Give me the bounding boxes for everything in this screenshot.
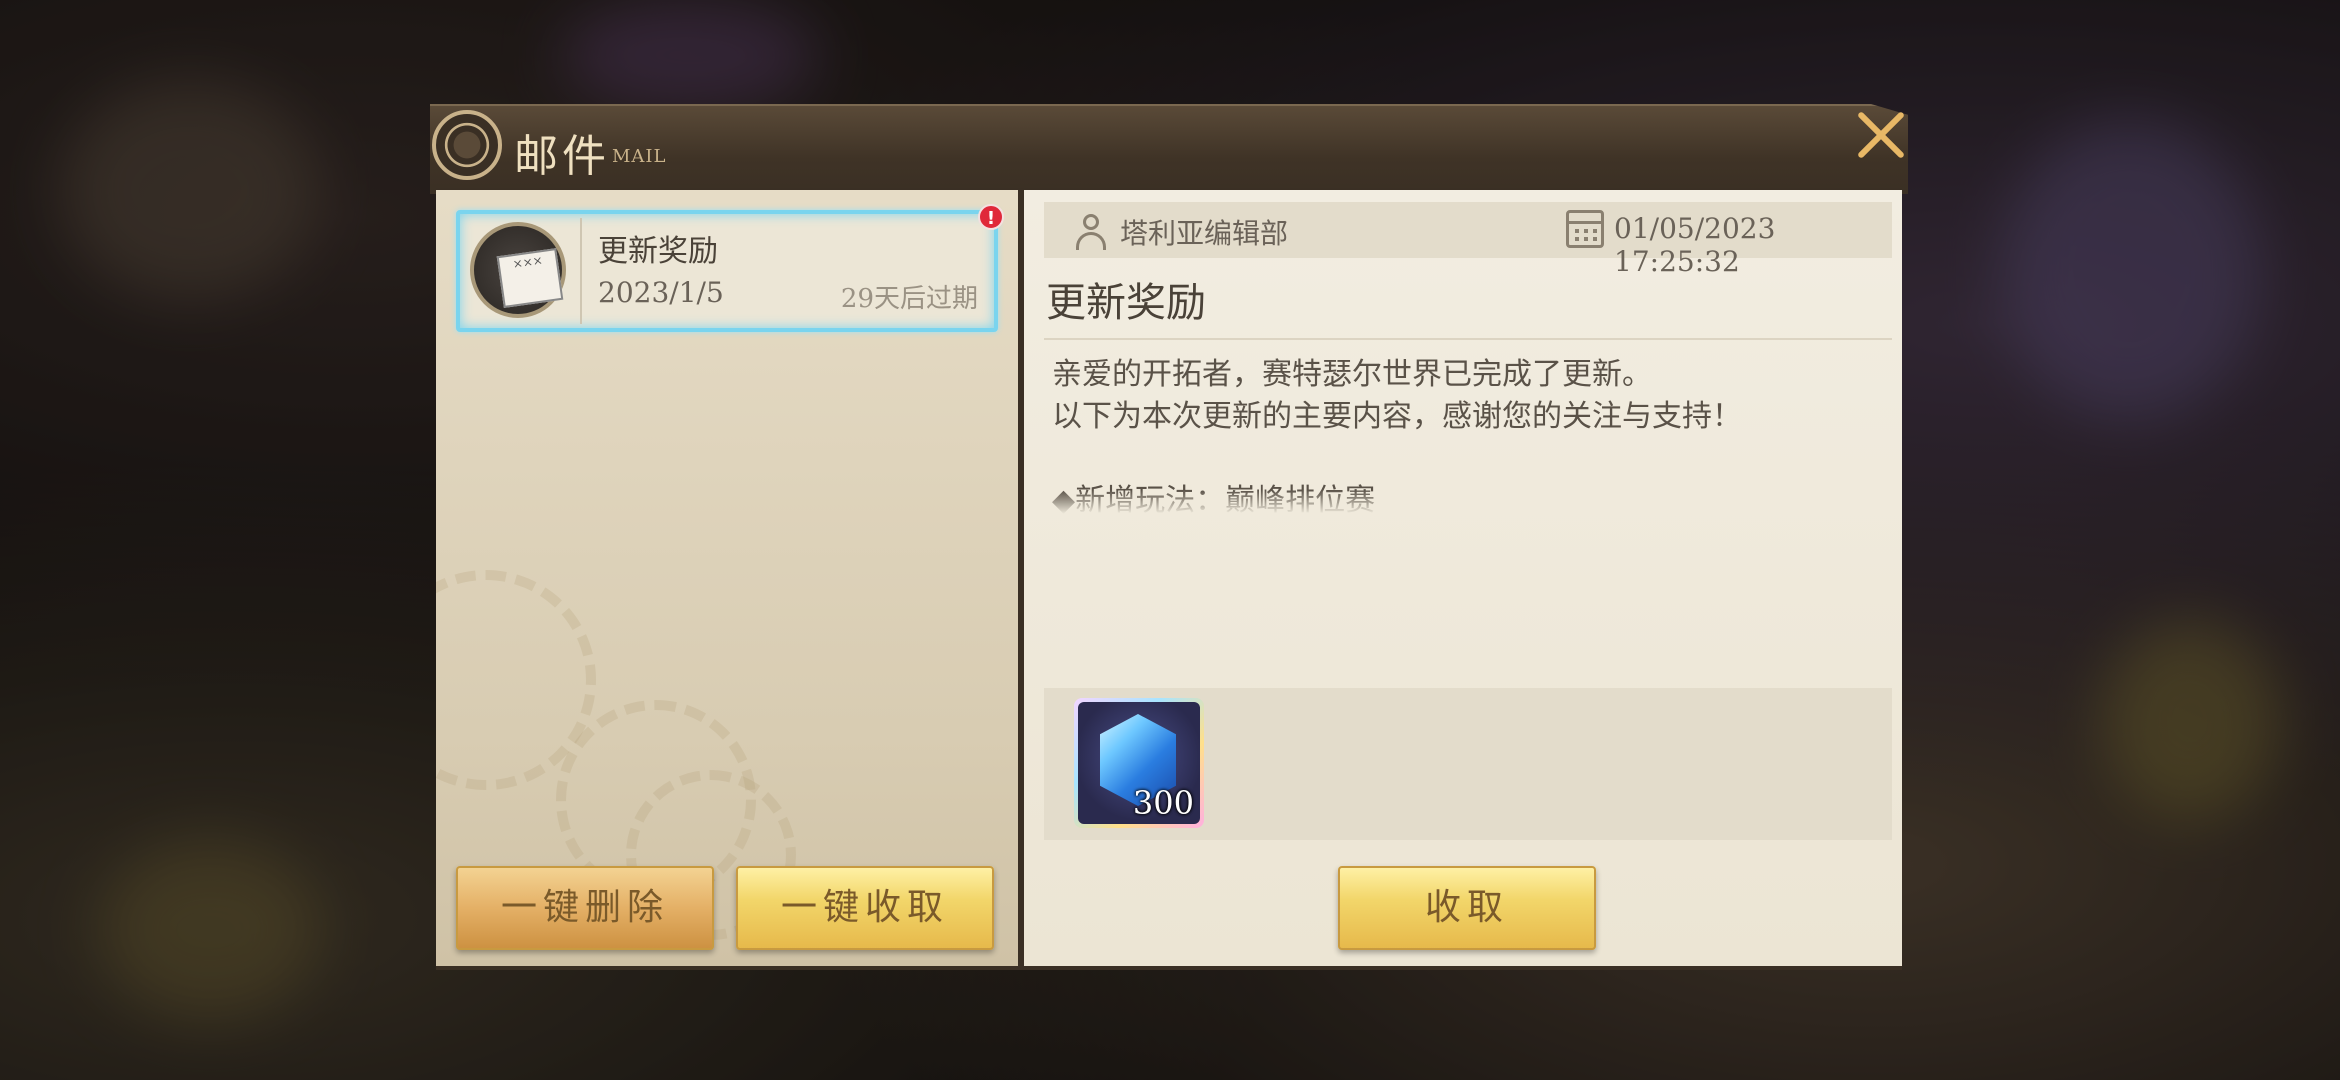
calendar-icon	[1566, 210, 1604, 248]
mail-list-item[interactable]: ××× 更新奖励 2023/1/5 29天后过期 !	[456, 204, 1004, 332]
attachment-area: 300	[1044, 688, 1892, 840]
mail-item-expire: 29天后过期	[840, 284, 978, 314]
mail-item-title: 更新奖励	[598, 234, 718, 269]
dialog-subtitle: MAIL	[612, 146, 667, 167]
delete-all-button[interactable]: 一键删除	[456, 866, 714, 950]
reward-quantity: 300	[1132, 784, 1194, 822]
reward-item[interactable]: 300	[1074, 698, 1204, 828]
collect-button[interactable]: 收取	[1338, 866, 1596, 950]
mail-item-date: 2023/1/5	[598, 276, 724, 309]
mail-timestamp: 01/05/2023 17:25:32	[1614, 212, 1776, 278]
mail-emblem-icon	[432, 110, 502, 180]
dialog-body: ××× 更新奖励 2023/1/5 29天后过期 ! 一键删除 一键收取 塔利亚…	[436, 188, 1902, 970]
close-icon[interactable]	[1844, 100, 1916, 172]
mail-meta-row: 塔利亚编辑部 01/05/2023 17:25:32	[1044, 202, 1892, 278]
sender-icon	[1072, 212, 1110, 250]
mail-envelope-icon: ×××	[470, 222, 566, 318]
collect-all-button[interactable]: 一键收取	[736, 866, 994, 950]
mail-heading: 更新奖励	[1046, 280, 1206, 326]
unread-badge: !	[978, 204, 1004, 230]
dialog-title: 邮件	[514, 131, 610, 182]
mail-dialog: 邮件 MAIL ××× 更新奖励 2023/1/5 29天后过期 ! 一键删除 …	[430, 104, 1908, 970]
mail-body-text[interactable]: 亲爱的开拓者，赛特瑟尔世界已完成了更新。 以下为本次更新的主要内容，感谢您的关注…	[1052, 354, 1882, 514]
mail-detail-panel: 塔利亚编辑部 01/05/2023 17:25:32 更新奖励 亲爱的开拓者，赛…	[1024, 190, 1902, 966]
mail-sender: 塔利亚编辑部	[1120, 217, 1289, 250]
dialog-titlebar: 邮件 MAIL	[430, 104, 1908, 194]
divider	[580, 218, 582, 324]
mail-list-panel: ××× 更新奖励 2023/1/5 29天后过期 ! 一键删除 一键收取	[436, 190, 1018, 966]
divider	[1044, 338, 1892, 340]
